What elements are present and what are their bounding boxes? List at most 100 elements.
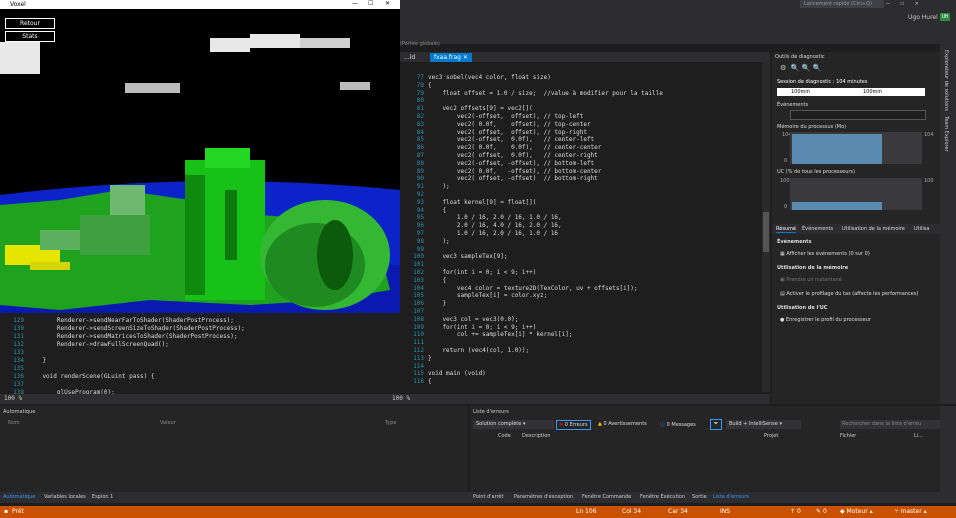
col-line[interactable]: Li... — [914, 433, 923, 439]
code-line[interactable]: { — [428, 207, 446, 214]
code-editor-secondary[interactable]: 129 Renderer->sendNearFarToShader(Shader… — [0, 313, 388, 395]
editor-zoom[interactable]: 100 % — [392, 395, 410, 402]
cpu-profile-button[interactable]: ● Enregistrer le profil du processeur — [780, 317, 871, 323]
tab-output[interactable]: Sortie — [692, 494, 707, 500]
code-line[interactable]: vec2( offset, offset), // top-right — [428, 129, 587, 136]
status-repo[interactable]: ◆ Moteur ▴ — [840, 506, 873, 518]
code-line[interactable]: vec3 sobel(vec4 color, float size) — [428, 74, 551, 81]
tab-watch[interactable]: Espion 1 — [92, 494, 113, 500]
code-line[interactable]: vec2( 0.0f, 0.0f), // center-center — [428, 144, 602, 151]
code-editor[interactable]: 77 vec3 sobel(vec4 color, float size) 78 {7… — [400, 62, 770, 392]
tab-left[interactable]: ...ld — [400, 53, 419, 62]
col-project[interactable]: Projet — [764, 433, 778, 439]
editor2-zoom[interactable]: 100 % — [4, 395, 22, 402]
code-line[interactable]: vec2(-offset, -offset), // bottom-left — [428, 160, 594, 167]
filter-icon[interactable]: ⏷ — [710, 419, 722, 430]
build-select[interactable]: Build + IntelliSense ▾ — [726, 420, 801, 429]
code-line[interactable]: { — [428, 82, 432, 89]
col-description[interactable]: Description — [522, 433, 550, 439]
code-line[interactable]: for(int i = 0; i < 9; i++) — [428, 324, 536, 331]
messages-filter[interactable]: ⓘ 0 Messages — [660, 421, 696, 428]
tab-cpu[interactable]: Utilisa — [914, 226, 929, 232]
cpu-graph[interactable] — [790, 178, 922, 210]
heap-profiling-button[interactable]: ▤ Activer le profilage du tas (affecte l… — [780, 291, 918, 297]
tab-events[interactable]: Événements — [802, 226, 833, 232]
warnings-filter[interactable]: ▲ 0 Avertissements — [598, 421, 647, 427]
code-line[interactable]: float offset = 1.0 / size; //value à mod… — [428, 90, 662, 97]
code-line[interactable]: ); — [428, 238, 449, 245]
timeline-ruler[interactable]: 100min 100min — [777, 88, 925, 96]
code-line[interactable]: return (vec4(col, 1.0)); — [428, 347, 529, 354]
team-explorer-tab[interactable]: Team Explorer — [943, 116, 949, 152]
minimize-icon[interactable]: — — [352, 0, 358, 7]
col-code[interactable]: Code — [498, 433, 511, 439]
code-line[interactable]: vec2( offset, 0.0f), // center-right — [428, 152, 598, 159]
errors-filter[interactable]: ⊗ 0 Erreurs — [556, 420, 591, 430]
code-line[interactable]: { — [428, 378, 432, 385]
tab-close-icon[interactable]: ✕ — [463, 54, 468, 61]
game-window[interactable]: Voxel — ☐ ✕ Retour Stats — [0, 0, 400, 313]
code-line[interactable]: } — [428, 300, 446, 307]
code-line[interactable]: } — [428, 355, 432, 362]
user-name[interactable]: Ugo Hurel — [908, 14, 938, 21]
code-line[interactable]: void renderScene(GLuint pass) { — [28, 373, 154, 380]
quick-launch-input[interactable]: Lancement rapide (Ctrl+Q) — [800, 0, 884, 8]
retour-button[interactable]: Retour — [5, 18, 55, 29]
breadcrumb[interactable]: (Portée globale) — [400, 41, 440, 47]
maximize-icon[interactable]: ☐ — [368, 0, 373, 7]
code-line[interactable]: vec2(-offset, 0.0f), // center-left — [428, 136, 594, 143]
tab-locals[interactable]: Variables locales — [44, 494, 86, 500]
code-line[interactable]: } — [28, 357, 46, 364]
stats-button[interactable]: Stats — [5, 31, 55, 42]
tab-memory[interactable]: Utilisation de la mémoire — [842, 226, 905, 232]
col-name[interactable]: Nom — [8, 420, 20, 426]
memory-graph[interactable] — [790, 132, 922, 164]
editor-scrollbar[interactable] — [762, 62, 770, 392]
tab-immediate[interactable]: Fenêtre Exécution — [640, 494, 685, 500]
code-line[interactable]: vec4 color = texture2D(TexColor, uv + of… — [428, 285, 638, 292]
code-line[interactable]: vec2( offset, -offset) // bottom-right — [428, 175, 598, 182]
tab-fxaa[interactable]: fxaa.frag ✕ — [430, 53, 472, 62]
code-line[interactable]: vec3 col = vec3(0.0); — [428, 316, 518, 323]
tab-error-list[interactable]: Liste d'erreurs — [713, 494, 749, 500]
code-line[interactable]: Renderer->sendMatricesToShader(ShaderPos… — [28, 333, 238, 340]
code-line[interactable]: Renderer->drawFullScreenQuad(); — [28, 341, 169, 348]
col-file[interactable]: Fichier — [840, 433, 856, 439]
code-line[interactable]: Renderer->sendNearFarToShader(ShaderPost… — [28, 317, 234, 324]
code-line[interactable]: 2.0 / 16, 4.0 / 16, 2.0 / 16, — [428, 222, 562, 229]
window-controls[interactable]: — ☐ ✕ — [886, 0, 919, 7]
code-line[interactable]: ); — [428, 183, 449, 190]
code-line[interactable]: sampleTex[i] = color.xyz; — [428, 292, 547, 299]
events-track[interactable] — [790, 110, 926, 120]
error-search-input[interactable]: Rechercher dans la liste d'erreu — [840, 420, 940, 429]
code-line[interactable]: vec2( 0.0f, -offset), // bottom-center — [428, 168, 602, 175]
tab-summary[interactable]: Résumé — [776, 226, 797, 233]
solution-explorer-tab[interactable]: Explorateur de solutions — [943, 50, 949, 111]
code-line[interactable]: vec2(-offset, offset), // top-left — [428, 113, 583, 120]
code-line[interactable]: vec2( 0.0f, offset), // top-center — [428, 121, 591, 128]
take-snapshot-button[interactable]: ▣ Prendre un instantané — [780, 277, 842, 283]
code-line[interactable]: 1.0 / 16, 2.0 / 16, 1.0 / 16, — [428, 214, 562, 221]
code-line[interactable]: vec2 offsets[9] = vec2[]( — [428, 105, 532, 112]
diag-toolbar-icons[interactable]: ⚙ 🔍 🔍 🔍 — [780, 64, 821, 72]
status-branch[interactable]: ⑂ master ▴ — [895, 506, 927, 518]
status-pushes[interactable]: ↑ 0 — [790, 506, 801, 518]
code-line[interactable]: 1.0 / 16, 2.0 / 16, 1.0 / 16 — [428, 230, 558, 237]
code-line[interactable]: vec3 sampleTex[9]; — [428, 253, 507, 260]
col-value[interactable]: Valeur — [160, 420, 176, 426]
tab-command[interactable]: Fenêtre Commande — [582, 494, 631, 500]
status-changes[interactable]: ✎ 0 — [816, 506, 827, 518]
close-icon[interactable]: ✕ — [385, 0, 390, 7]
code-line[interactable]: { — [428, 277, 446, 284]
avatar[interactable]: UH — [940, 13, 950, 21]
code-line[interactable]: col += sampleTex[i] * kernel[i]; — [428, 331, 573, 338]
tab-exceptions[interactable]: Paramètres d'exception — [514, 494, 573, 500]
col-type[interactable]: Type — [385, 420, 396, 426]
tab-breakpoints[interactable]: Point d'arrêt — [473, 494, 504, 500]
code-line[interactable]: float kernel[9] = float[]( — [428, 199, 536, 206]
code-line[interactable]: Renderer->sendScreenSizeToShader(ShaderP… — [28, 325, 245, 332]
scope-select[interactable]: Solution complète ▾ — [473, 420, 554, 429]
show-events-link[interactable]: ▦ Afficher les événements (0 sur 0) — [780, 251, 870, 257]
tab-autos[interactable]: Automatique — [3, 494, 35, 500]
code-line[interactable]: void main (void) — [428, 370, 486, 377]
